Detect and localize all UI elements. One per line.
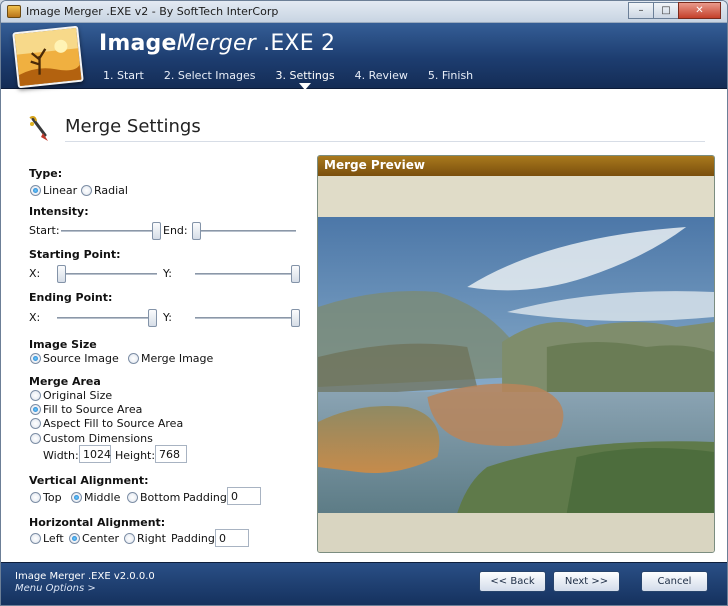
step-review[interactable]: 4. Review	[355, 69, 408, 82]
custom-width-label: Width:	[43, 449, 79, 462]
custom-height-input[interactable]: 768	[155, 445, 187, 463]
merge-preview-panel: Merge Preview	[317, 155, 715, 553]
maximize-button[interactable]: □	[653, 2, 679, 19]
type-radial-label: Radial	[94, 184, 128, 197]
merge-area-fill-radio[interactable]	[30, 404, 41, 415]
merge-area-original-radio[interactable]	[30, 390, 41, 401]
ending-point-y-slider[interactable]	[291, 309, 300, 327]
starting-point-y-label: Y:	[163, 267, 172, 280]
app-brand: ImageMerger .EXE 2	[99, 31, 336, 56]
image-size-source-label: Source Image	[43, 352, 119, 365]
horizontal-right-label: Right	[137, 532, 166, 545]
page-title: Merge Settings	[65, 116, 201, 137]
close-button[interactable]: ✕	[678, 2, 721, 19]
minimize-icon: –	[638, 5, 644, 16]
type-label: Type:	[29, 167, 63, 180]
merge-area-label: Merge Area	[29, 375, 101, 388]
step-start[interactable]: 1. Start	[103, 69, 144, 82]
starting-point-y-slider[interactable]	[291, 265, 300, 283]
vertical-alignment-label: Vertical Alignment:	[29, 474, 149, 487]
app-icon	[7, 5, 21, 18]
image-size-label: Image Size	[29, 338, 97, 351]
minimize-button[interactable]: –	[628, 2, 654, 19]
starting-point-x-slider[interactable]	[57, 265, 66, 283]
step-settings[interactable]: 3. Settings	[275, 69, 335, 90]
merge-preview-image	[318, 217, 714, 513]
intensity-start-slider[interactable]	[152, 222, 161, 240]
custom-width-input[interactable]: 1024	[79, 445, 111, 463]
vertical-middle-radio[interactable]	[71, 492, 82, 503]
image-size-source-radio[interactable]	[30, 353, 41, 364]
ending-point-y-label: Y:	[163, 311, 172, 324]
image-size-merge-label: Merge Image	[141, 352, 214, 365]
step-finish[interactable]: 5. Finish	[428, 69, 473, 82]
merge-area-aspect-label: Aspect Fill to Source Area	[43, 417, 184, 430]
preview-top-margin	[318, 176, 714, 218]
horizontal-center-label: Center	[82, 532, 120, 545]
back-button[interactable]: << Back	[479, 571, 546, 592]
app-window: Image Merger .EXE v2 - By SoftTech Inter…	[0, 0, 728, 606]
cancel-button[interactable]: Cancel	[641, 571, 708, 592]
merge-preview-title: Merge Preview	[318, 156, 714, 176]
tree-picture-icon	[14, 27, 82, 87]
starting-point-y-track	[195, 273, 300, 275]
horizontal-right-radio[interactable]	[124, 533, 135, 544]
step-select-images[interactable]: 2. Select Images	[164, 69, 256, 82]
preview-bottom-margin	[318, 513, 714, 552]
merge-area-custom-radio[interactable]	[30, 433, 41, 444]
ending-point-x-track	[57, 317, 157, 319]
window-controls: – □ ✕	[628, 2, 721, 20]
window-title: Image Merger .EXE v2 - By SoftTech Inter…	[26, 5, 279, 18]
intensity-start-track	[61, 230, 161, 232]
horizontal-left-label: Left	[43, 532, 64, 545]
horizontal-alignment-label: Horizontal Alignment:	[29, 516, 166, 529]
vertical-top-label: Top	[43, 491, 62, 504]
vertical-middle-label: Middle	[84, 491, 121, 504]
starting-point-x-label: X:	[29, 267, 41, 280]
app-logo	[12, 25, 84, 89]
starting-point-x-track	[57, 273, 157, 275]
type-radial-radio[interactable]	[81, 185, 92, 196]
maximize-icon: □	[661, 5, 671, 16]
image-size-merge-radio[interactable]	[128, 353, 139, 364]
next-button[interactable]: Next >>	[553, 571, 620, 592]
intensity-start-label: Start:	[29, 224, 60, 237]
merge-area-aspect-radio[interactable]	[30, 418, 41, 429]
menu-options-link[interactable]: Menu Options >	[15, 583, 96, 594]
close-icon: ✕	[695, 5, 704, 16]
merge-area-fill-label: Fill to Source Area	[43, 403, 143, 416]
vertical-bottom-radio[interactable]	[127, 492, 138, 503]
title-bar: Image Merger .EXE v2 - By SoftTech Inter…	[1, 1, 727, 23]
intensity-end-slider[interactable]	[192, 222, 201, 240]
type-linear-radio[interactable]	[30, 185, 41, 196]
horizontal-center-radio[interactable]	[69, 533, 80, 544]
merge-area-custom-label: Custom Dimensions	[43, 432, 153, 445]
starting-point-label: Starting Point:	[29, 248, 121, 261]
horizontal-padding-input[interactable]: 0	[215, 529, 249, 547]
ending-point-y-track	[195, 317, 300, 319]
wizard-steps: 1. Start 2. Select Images 3. Settings 4.…	[103, 69, 493, 90]
intensity-end-label: End:	[163, 224, 188, 237]
version-text: Image Merger .EXE v2.0.0.0	[15, 571, 155, 582]
merge-area-original-label: Original Size	[43, 389, 113, 402]
wizard-header: ImageMerger .EXE 2 1. Start 2. Select Im…	[1, 23, 727, 90]
vertical-bottom-label: Bottom	[140, 491, 181, 504]
type-linear-label: Linear	[43, 184, 78, 197]
custom-height-label: Height:	[115, 449, 156, 462]
ending-point-x-label: X:	[29, 311, 41, 324]
horizontal-padding-label: Padding:	[171, 532, 219, 545]
vertical-padding-input[interactable]: 0	[227, 487, 261, 505]
divider	[65, 141, 705, 142]
wizard-footer: Image Merger .EXE v2.0.0.0 Menu Options …	[1, 562, 727, 605]
vertical-padding-label: Padding:	[183, 491, 231, 504]
intensity-label: Intensity:	[29, 205, 89, 218]
brush-icon	[29, 116, 48, 141]
active-step-indicator	[299, 83, 312, 90]
horizontal-left-radio[interactable]	[30, 533, 41, 544]
vertical-top-radio[interactable]	[30, 492, 41, 503]
ending-point-label: Ending Point:	[29, 291, 113, 304]
ending-point-x-slider[interactable]	[148, 309, 157, 327]
intensity-end-track	[192, 230, 296, 232]
